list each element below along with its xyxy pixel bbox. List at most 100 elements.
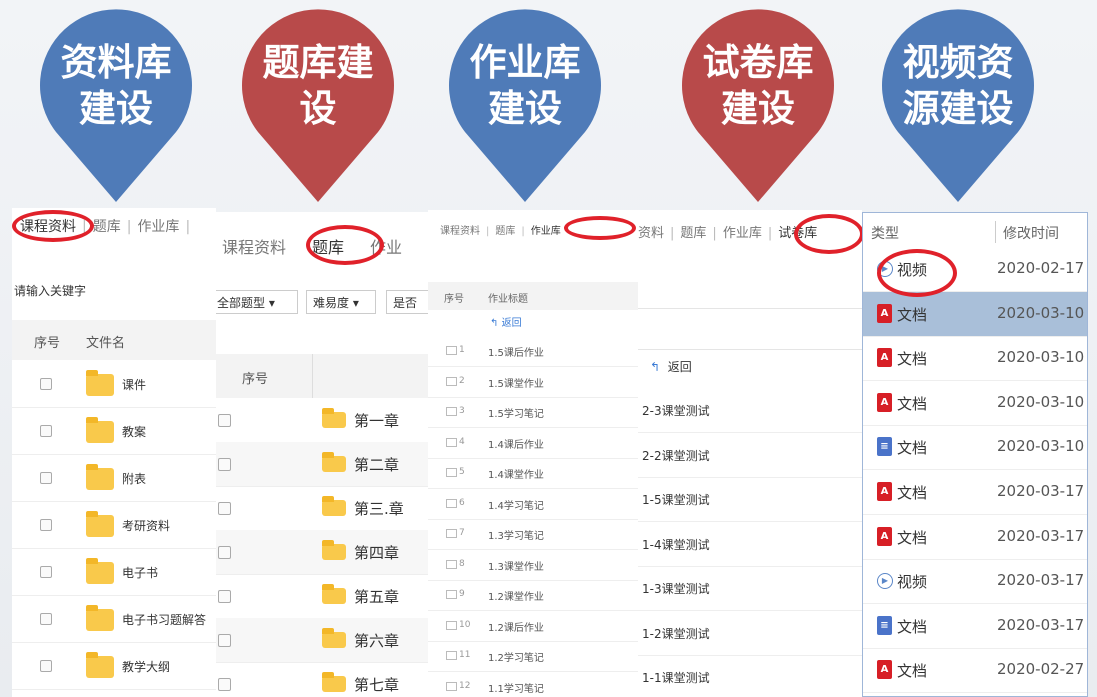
table-row[interactable]: 1-3课堂测试 [638, 566, 862, 611]
table-row[interactable]: 10 1.2课后作业 [428, 611, 638, 642]
tab-question-bank[interactable]: 题库 [495, 226, 515, 237]
row-checkbox[interactable] [40, 472, 52, 484]
homework-title[interactable]: 1.2课后作业 [488, 619, 544, 634]
homework-title[interactable]: 1.4课后作业 [488, 436, 544, 451]
table-row[interactable]: 12 1.1学习笔记 [428, 672, 638, 697]
homework-title[interactable]: 1.2学习笔记 [488, 649, 544, 664]
table-row[interactable]: ▶ 视频 2020-03-17 [863, 559, 1087, 605]
homework-title[interactable]: 1.5学习笔记 [488, 405, 544, 420]
table-row[interactable]: 8 1.3课堂作业 [428, 550, 638, 581]
row-checkbox[interactable] [40, 613, 52, 625]
table-row[interactable]: 3 1.5学习笔记 [428, 397, 638, 428]
test-name[interactable]: 1-3课堂测试 [642, 580, 710, 597]
list-item[interactable]: 教学大纲 [12, 642, 216, 690]
resource-type[interactable]: 文档 [897, 616, 927, 637]
homework-title[interactable]: 1.5课堂作业 [488, 375, 544, 390]
table-row[interactable]: 6 1.4学习笔记 [428, 489, 638, 520]
row-checkbox[interactable] [218, 678, 231, 691]
file-name[interactable]: 附表 [122, 470, 146, 487]
table-row[interactable]: 第四章 [216, 530, 428, 575]
list-item[interactable]: 电子书 [12, 548, 216, 596]
row-checkbox[interactable] [40, 519, 52, 531]
table-row[interactable]: A 文档 2020-02-27 [863, 648, 1087, 694]
tab-homework[interactable]: 作业库 [531, 226, 561, 237]
homework-title[interactable]: 1.3课堂作业 [488, 558, 544, 573]
table-row[interactable]: 第三.章 [216, 486, 428, 531]
table-row[interactable]: ≡ 文档 2020-03-17 [863, 604, 1087, 649]
row-checkbox[interactable] [218, 458, 231, 471]
filter-other[interactable]: 是否 [386, 290, 428, 314]
resource-type[interactable]: 文档 [897, 437, 927, 458]
test-name[interactable]: 1-2课堂测试 [642, 625, 710, 642]
table-row[interactable]: A 文档 2020-03-17 [863, 515, 1087, 560]
table-row[interactable]: 2-2课堂测试 [638, 433, 862, 478]
homework-title[interactable]: 1.1学习笔记 [488, 680, 544, 695]
tab-course-materials[interactable]: 课程资料 [440, 226, 480, 237]
filter-question-type[interactable]: 全部题型 ▾ [216, 290, 298, 314]
table-row[interactable]: 1-4课堂测试 [638, 522, 862, 567]
file-name[interactable]: 考研资料 [122, 517, 170, 534]
row-checkbox[interactable] [218, 590, 231, 603]
chapter-name[interactable]: 第七章 [354, 674, 399, 695]
row-checkbox[interactable] [218, 414, 231, 427]
row-checkbox[interactable] [218, 634, 231, 647]
table-row[interactable]: 11 1.2学习笔记 [428, 641, 638, 672]
homework-title[interactable]: 1.3学习笔记 [488, 527, 544, 542]
test-name[interactable]: 2-3课堂测试 [642, 402, 710, 419]
chapter-name[interactable]: 第五章 [354, 586, 399, 607]
list-item[interactable]: 课件 [12, 360, 216, 408]
chapter-name[interactable]: 第三.章 [354, 498, 404, 519]
row-checkbox[interactable] [218, 546, 231, 559]
resource-type[interactable]: 文档 [897, 527, 927, 548]
table-row[interactable]: 4 1.4课后作业 [428, 428, 638, 459]
file-name[interactable]: 课件 [122, 376, 146, 393]
tab-question-bank[interactable]: 题库 [93, 219, 121, 235]
chapter-name[interactable]: 第一章 [354, 410, 399, 431]
file-name[interactable]: 电子书 [122, 564, 158, 581]
resource-type[interactable]: 视频 [897, 571, 927, 592]
table-row[interactable]: A 文档 2020-03-10 [863, 291, 1087, 337]
table-row[interactable]: A 文档 2020-03-10 [863, 336, 1087, 382]
back-link[interactable]: ↰ 返回 [650, 358, 692, 375]
test-name[interactable]: 1-5课堂测试 [642, 491, 710, 508]
tab-course-materials[interactable]: 资料 [638, 226, 664, 241]
table-row[interactable]: 第七章 [216, 662, 428, 697]
table-row[interactable]: ≡ 文档 2020-03-10 [863, 425, 1087, 471]
chapter-name[interactable]: 第二章 [354, 454, 399, 475]
table-row[interactable]: 1-1课堂测试 [638, 655, 862, 697]
resource-type[interactable]: 文档 [897, 393, 927, 414]
resource-type[interactable]: 文档 [897, 348, 927, 369]
tab-question-bank[interactable]: 题库 [680, 226, 706, 241]
search-input[interactable]: 请输入关键字 [14, 282, 86, 299]
resource-type[interactable]: 文档 [897, 660, 927, 681]
table-row[interactable]: 1-2课堂测试 [638, 611, 862, 656]
tab-homework[interactable]: 作业库 [137, 219, 179, 235]
tab-course-materials[interactable]: 课程资料 [222, 238, 286, 257]
row-checkbox[interactable] [218, 502, 231, 515]
test-name[interactable]: 1-1课堂测试 [642, 669, 710, 686]
table-row[interactable]: 2-3课堂测试 [638, 388, 862, 433]
list-item[interactable]: 教案 [12, 407, 216, 455]
homework-title[interactable]: 1.2课堂作业 [488, 588, 544, 603]
resource-type[interactable]: 文档 [897, 304, 927, 325]
table-row[interactable]: 5 1.4课堂作业 [428, 458, 638, 489]
row-checkbox[interactable] [40, 425, 52, 437]
table-row[interactable]: 2 1.5课堂作业 [428, 367, 638, 398]
table-row[interactable]: 1-5课堂测试 [638, 477, 862, 522]
chapter-name[interactable]: 第四章 [354, 542, 399, 563]
table-row[interactable]: A 文档 2020-03-17 [863, 470, 1087, 515]
table-row[interactable]: 9 1.2课堂作业 [428, 580, 638, 611]
back-link[interactable]: ↰ 返回 [490, 314, 522, 329]
table-row[interactable]: 第六章 [216, 618, 428, 663]
file-name[interactable]: 教案 [122, 423, 146, 440]
list-item[interactable]: 电子书习题解答 [12, 595, 216, 643]
table-row[interactable]: 第一章 [216, 398, 428, 443]
table-row[interactable]: 7 1.3学习笔记 [428, 519, 638, 550]
table-row[interactable]: 第五章 [216, 574, 428, 619]
tab-homework[interactable]: 作业库 [723, 226, 762, 241]
row-checkbox[interactable] [40, 378, 52, 390]
table-row[interactable]: 第二章 [216, 442, 428, 487]
chapter-name[interactable]: 第六章 [354, 630, 399, 651]
list-item[interactable]: 附表 [12, 454, 216, 502]
test-name[interactable]: 2-2课堂测试 [642, 447, 710, 464]
